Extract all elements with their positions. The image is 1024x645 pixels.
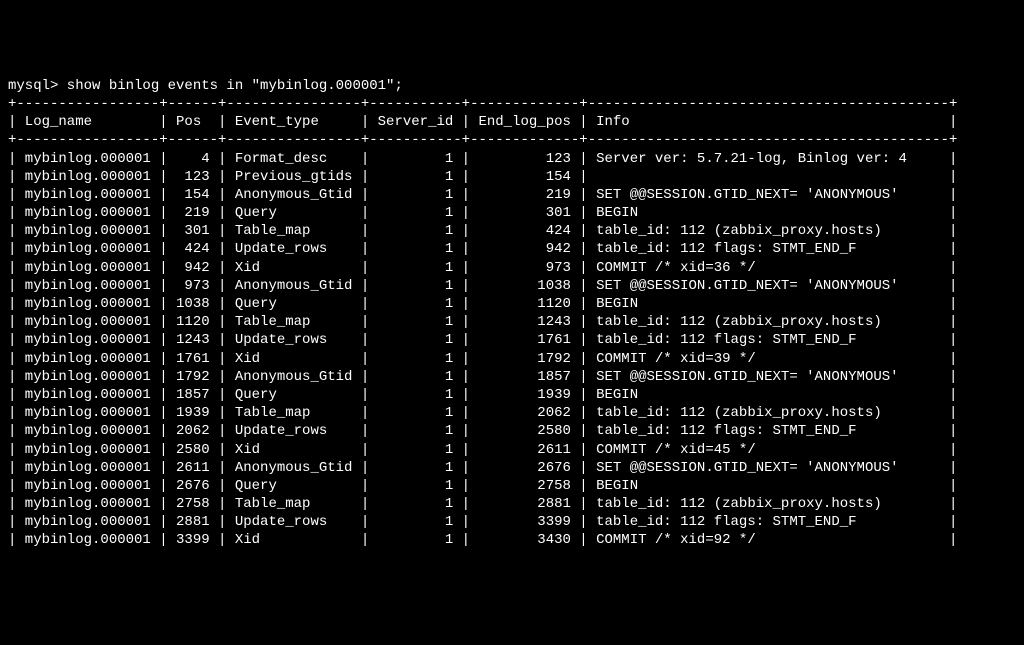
table-row: | mybinlog.000001 | 942 | Xid | 1 | 973 … [8, 259, 1016, 277]
mysql-terminal[interactable]: mysql> show binlog events in "mybinlog.0… [8, 77, 1016, 550]
table-separator: +-----------------+------+--------------… [8, 95, 1016, 113]
table-row: | mybinlog.000001 | 1761 | Xid | 1 | 179… [8, 350, 1016, 368]
table-row: | mybinlog.000001 | 2881 | Update_rows |… [8, 513, 1016, 531]
table-row: | mybinlog.000001 | 4 | Format_desc | 1 … [8, 150, 1016, 168]
table-row: | mybinlog.000001 | 973 | Anonymous_Gtid… [8, 277, 1016, 295]
table-row: | mybinlog.000001 | 2580 | Xid | 1 | 261… [8, 441, 1016, 459]
table-row: | mybinlog.000001 | 1939 | Table_map | 1… [8, 404, 1016, 422]
table-row: | mybinlog.000001 | 1243 | Update_rows |… [8, 331, 1016, 349]
table-row: | mybinlog.000001 | 2758 | Table_map | 1… [8, 495, 1016, 513]
table-row: | mybinlog.000001 | 3399 | Xid | 1 | 343… [8, 531, 1016, 549]
table-row: | mybinlog.000001 | 1857 | Query | 1 | 1… [8, 386, 1016, 404]
table-row: | mybinlog.000001 | 2676 | Query | 1 | 2… [8, 477, 1016, 495]
table-row: | mybinlog.000001 | 123 | Previous_gtids… [8, 168, 1016, 186]
table-row: | mybinlog.000001 | 2611 | Anonymous_Gti… [8, 459, 1016, 477]
table-row: | mybinlog.000001 | 1120 | Table_map | 1… [8, 313, 1016, 331]
table-header-row: | Log_name | Pos | Event_type | Server_i… [8, 113, 1016, 131]
mysql-prompt-line[interactable]: mysql> show binlog events in "mybinlog.0… [8, 77, 1016, 95]
table-row: | mybinlog.000001 | 301 | Table_map | 1 … [8, 222, 1016, 240]
table-row: | mybinlog.000001 | 2062 | Update_rows |… [8, 422, 1016, 440]
table-row: | mybinlog.000001 | 219 | Query | 1 | 30… [8, 204, 1016, 222]
table-row: | mybinlog.000001 | 1792 | Anonymous_Gti… [8, 368, 1016, 386]
table-row: | mybinlog.000001 | 424 | Update_rows | … [8, 240, 1016, 258]
table-row: | mybinlog.000001 | 1038 | Query | 1 | 1… [8, 295, 1016, 313]
table-row: | mybinlog.000001 | 154 | Anonymous_Gtid… [8, 186, 1016, 204]
table-separator: +-----------------+------+--------------… [8, 131, 1016, 149]
